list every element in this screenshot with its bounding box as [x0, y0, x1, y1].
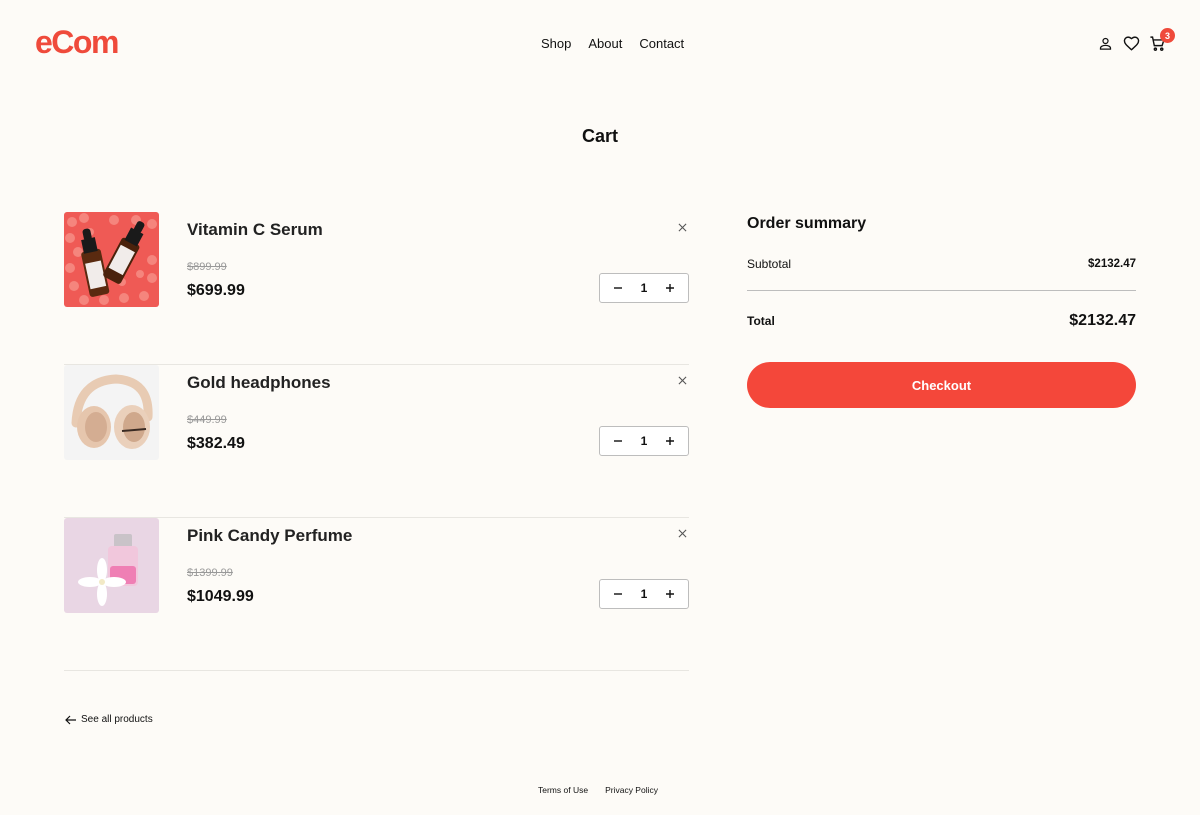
- footer: Terms of Use Privacy Policy: [538, 785, 658, 795]
- checkout-button[interactable]: Checkout: [747, 362, 1136, 408]
- plus-icon[interactable]: [664, 282, 676, 294]
- arrow-left-icon: [65, 715, 76, 724]
- quantity-stepper: 1: [599, 273, 689, 303]
- cart-item: Gold headphones $449.99 $382.49 1: [64, 365, 689, 518]
- plus-icon[interactable]: [664, 588, 676, 600]
- cart-item: Vitamin C Serum $899.99 $699.99 1: [64, 212, 689, 365]
- remove-item-button[interactable]: [675, 220, 689, 234]
- product-image-serum[interactable]: [64, 212, 159, 307]
- subtotal-value: $2132.47: [1088, 258, 1136, 270]
- item-original-price: $899.99: [187, 261, 227, 273]
- quantity-value: 1: [640, 587, 648, 601]
- cart-item: Pink Candy Perfume $1399.99 $1049.99 1: [64, 518, 689, 671]
- total-value: $2132.47: [1069, 312, 1136, 329]
- quantity-stepper: 1: [599, 579, 689, 609]
- header-icons: 3: [1096, 28, 1175, 52]
- minus-icon[interactable]: [612, 588, 624, 600]
- logo[interactable]: eCom: [35, 24, 119, 61]
- close-icon: [678, 376, 686, 384]
- see-all-products-label: See all products: [81, 714, 153, 725]
- cart-count-badge: 3: [1160, 28, 1175, 43]
- terms-link[interactable]: Terms of Use: [538, 785, 588, 795]
- item-name[interactable]: Gold headphones: [187, 373, 331, 393]
- close-icon: [678, 223, 686, 231]
- item-name[interactable]: Vitamin C Serum: [187, 220, 323, 240]
- subtotal-label: Subtotal: [747, 257, 792, 271]
- item-price: $1049.99: [187, 588, 254, 605]
- remove-item-button[interactable]: [675, 526, 689, 540]
- main-nav: Shop About Contact: [541, 36, 684, 51]
- summary-divider: [747, 290, 1136, 291]
- product-image-perfume[interactable]: [64, 518, 159, 613]
- close-icon: [678, 529, 686, 537]
- item-price: $382.49: [187, 435, 245, 452]
- total-row: Total $2132.47: [747, 312, 1136, 330]
- minus-icon[interactable]: [612, 282, 624, 294]
- item-original-price: $449.99: [187, 414, 227, 426]
- heart-icon[interactable]: [1122, 34, 1140, 52]
- page-title: Cart: [581, 126, 618, 146]
- item-name[interactable]: Pink Candy Perfume: [187, 526, 352, 546]
- plus-icon[interactable]: [664, 435, 676, 447]
- privacy-link[interactable]: Privacy Policy: [605, 785, 658, 795]
- nav-shop[interactable]: Shop: [541, 36, 571, 51]
- total-label: Total: [747, 314, 775, 328]
- see-all-products-link[interactable]: See all products: [65, 714, 153, 725]
- remove-item-button[interactable]: [675, 373, 689, 387]
- subtotal-row: Subtotal $2132.47: [747, 257, 1136, 271]
- cart-list: Vitamin C Serum $899.99 $699.99 1 Gold h…: [64, 212, 689, 671]
- product-image-headphones[interactable]: [64, 365, 159, 460]
- quantity-value: 1: [640, 281, 648, 295]
- minus-icon[interactable]: [612, 435, 624, 447]
- nav-about[interactable]: About: [588, 36, 622, 51]
- order-summary: Order summary Subtotal $2132.47 Total $2…: [747, 212, 1136, 408]
- quantity-value: 1: [640, 434, 648, 448]
- item-original-price: $1399.99: [187, 567, 233, 579]
- item-price: $699.99: [187, 282, 245, 299]
- nav-contact[interactable]: Contact: [639, 36, 684, 51]
- user-icon[interactable]: [1096, 34, 1114, 52]
- cart-icon[interactable]: 3: [1148, 28, 1175, 52]
- quantity-stepper: 1: [599, 426, 689, 456]
- order-summary-title: Order summary: [747, 215, 867, 232]
